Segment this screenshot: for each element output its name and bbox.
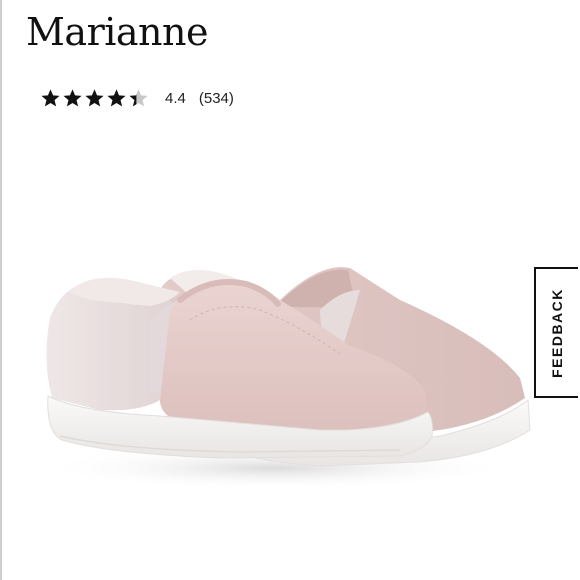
rating-value: 4.4	[165, 89, 186, 107]
star-icon	[85, 88, 104, 106]
left-border	[0, 0, 2, 580]
rating-row[interactable]: 4.4 (534)	[40, 86, 234, 110]
product-title: Marianne	[26, 10, 208, 54]
star-icon	[63, 88, 82, 106]
feedback-button[interactable]: FEEDBACK	[534, 267, 578, 398]
product-image	[40, 267, 531, 490]
star-icon	[107, 88, 126, 106]
star-icon	[129, 88, 148, 106]
feedback-label: FEEDBACK	[549, 287, 565, 378]
review-count-link[interactable]: (534)	[199, 90, 234, 107]
star-icon	[41, 88, 60, 106]
star-rating	[40, 88, 149, 109]
